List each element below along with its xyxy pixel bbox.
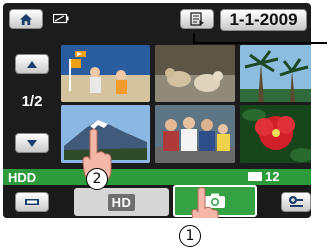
page-down-button[interactable] bbox=[15, 133, 49, 153]
up-arrow-icon bbox=[27, 60, 37, 68]
playlist-button[interactable] bbox=[180, 9, 214, 29]
viewfinder-icon bbox=[25, 199, 39, 205]
video-thumbnail-6[interactable] bbox=[240, 105, 311, 163]
video-thumbnail-2[interactable] bbox=[155, 45, 235, 102]
status-bar: HDD 12 bbox=[3, 169, 311, 185]
video-thumbnail-3[interactable] bbox=[240, 45, 311, 102]
family-portrait-image bbox=[155, 105, 235, 163]
date-display-button[interactable]: 1-1-2009 bbox=[220, 9, 307, 31]
hd-movie-tab[interactable]: HD bbox=[74, 188, 169, 216]
home-icon bbox=[20, 13, 32, 25]
battery-icon bbox=[53, 13, 69, 24]
media-label: HDD bbox=[8, 169, 37, 185]
page-indicator: 1/2 bbox=[21, 93, 43, 110]
beach-kids-image bbox=[61, 45, 150, 102]
hibiscus-image bbox=[240, 105, 311, 163]
palm-trees-image bbox=[240, 45, 311, 102]
touch-hand-icon-2 bbox=[191, 187, 219, 218]
callout-leader-line-horizontal bbox=[193, 42, 327, 44]
video-thumbnail-1[interactable] bbox=[61, 45, 150, 102]
camcorder-screen: 1-1-2009 1/2 HDD 12 HD bbox=[3, 3, 311, 218]
options-button[interactable] bbox=[281, 192, 311, 212]
callout-one: 1 bbox=[179, 225, 201, 247]
page-up-button[interactable] bbox=[15, 54, 49, 74]
options-icon bbox=[289, 196, 303, 207]
video-thumbnail-5[interactable] bbox=[155, 105, 235, 163]
movie-mode-button[interactable] bbox=[15, 192, 49, 212]
remaining-recordings-icon bbox=[248, 172, 262, 181]
down-arrow-icon bbox=[27, 139, 37, 147]
home-button[interactable] bbox=[9, 9, 43, 29]
playlist-icon bbox=[190, 12, 204, 26]
dogs-image bbox=[155, 45, 235, 102]
hd-badge: HD bbox=[107, 193, 136, 211]
callout-two: 2 bbox=[86, 168, 108, 190]
remaining-count: 12 bbox=[265, 169, 280, 184]
